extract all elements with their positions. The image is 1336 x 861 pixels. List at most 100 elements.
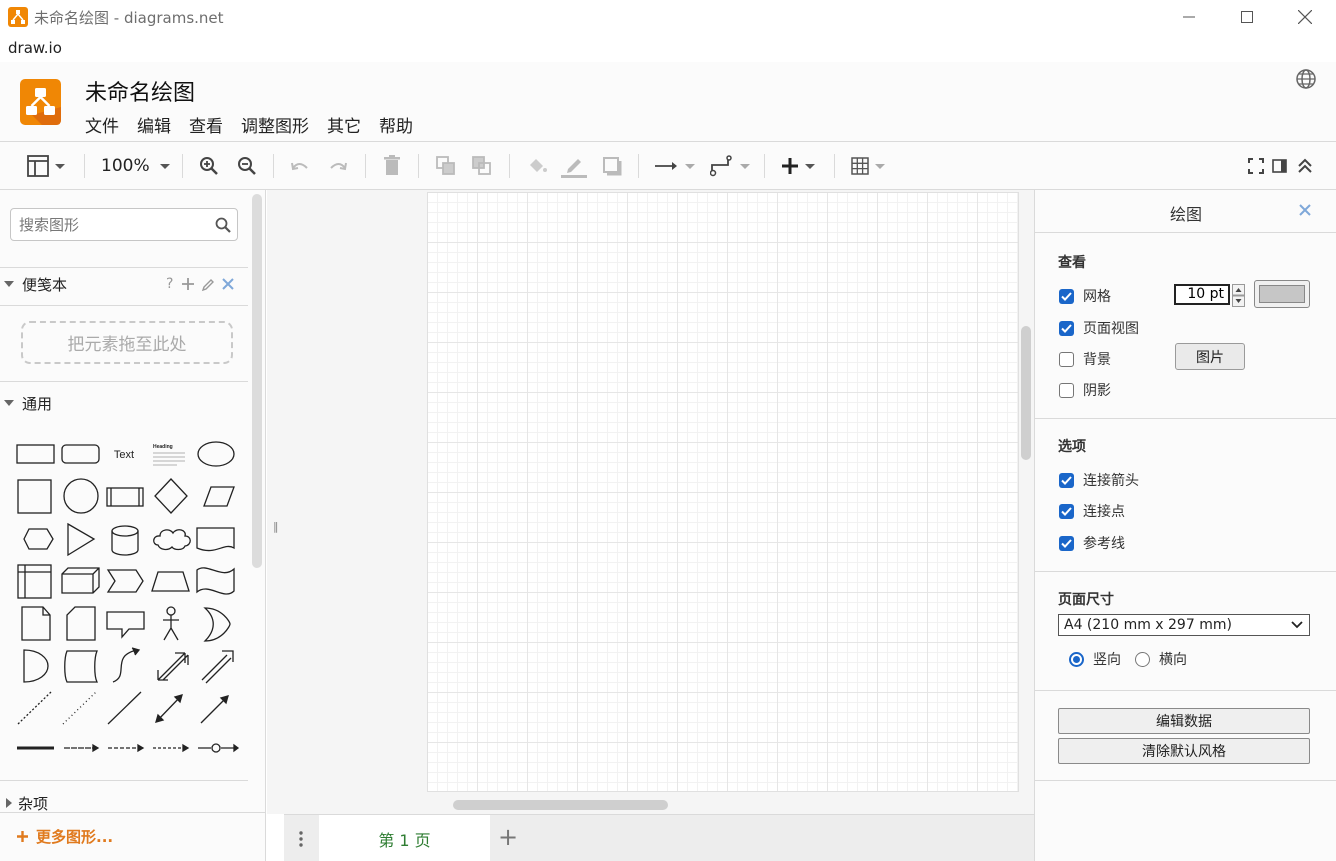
shape-association[interactable]	[198, 743, 240, 753]
more-vertical-icon[interactable]	[294, 829, 308, 849]
shape-dashed-arrow[interactable]	[108, 743, 145, 753]
delete-button[interactable]	[383, 154, 401, 178]
shape-note[interactable]	[21, 606, 51, 641]
shape-document[interactable]	[196, 527, 235, 552]
app-menu-drawio[interactable]: draw.io	[8, 39, 62, 57]
landscape-radio[interactable]: 横向	[1135, 649, 1187, 669]
background-checkbox[interactable]: 背景	[1059, 349, 1111, 369]
menu-extras[interactable]: 其它	[327, 112, 361, 137]
shape-cube[interactable]	[61, 567, 100, 594]
shape-tape[interactable]	[196, 567, 235, 595]
shape-actor[interactable]	[163, 606, 179, 641]
undo-button[interactable]	[290, 154, 310, 178]
shape-trapezoid[interactable]	[151, 571, 190, 592]
search-shapes-input[interactable]	[19, 215, 209, 235]
grid-size-stepper[interactable]	[1232, 284, 1245, 307]
menu-help[interactable]: 帮助	[379, 112, 413, 137]
maximize-button[interactable]	[1218, 0, 1276, 34]
shape-text[interactable]: Text	[114, 449, 134, 461]
menu-edit[interactable]: 编辑	[137, 112, 171, 137]
shape-square[interactable]	[17, 479, 52, 514]
add-page-button[interactable]: +	[498, 823, 518, 851]
waypoints-button[interactable]	[710, 154, 750, 178]
view-panels-button[interactable]	[27, 154, 65, 178]
shape-heading-text[interactable]: Heading	[153, 444, 185, 466]
shape-bidirectional-arrow[interactable]	[157, 652, 189, 681]
drawing-page-grid[interactable]	[427, 192, 1019, 792]
connection-points-checkbox[interactable]: 连接点	[1059, 501, 1125, 521]
shape-callout[interactable]	[106, 611, 145, 639]
sidebar-splitter-handle[interactable]: ‖	[273, 520, 279, 533]
shape-hexagon[interactable]	[23, 528, 54, 550]
minimize-button[interactable]	[1160, 0, 1218, 34]
shape-card[interactable]	[66, 606, 96, 641]
shape-curve[interactable]	[112, 647, 141, 683]
misc-section-header[interactable]: 杂项	[0, 787, 248, 819]
more-shapes-button[interactable]: 更多图形...	[16, 826, 113, 847]
page-size-select[interactable]: A4 (210 mm x 297 mm)	[1058, 614, 1310, 636]
shape-process[interactable]	[106, 487, 144, 507]
menu-arrange[interactable]: 调整图形	[241, 112, 309, 137]
shape-rounded-rectangle[interactable]	[61, 444, 100, 464]
shape-delay[interactable]	[23, 649, 49, 683]
connection-style-button[interactable]	[655, 154, 695, 178]
scratchpad-dropzone[interactable]: 把元素拖至此处	[21, 321, 233, 364]
grid-size-input[interactable]: 10 pt	[1174, 284, 1230, 305]
fill-color-button[interactable]	[526, 154, 548, 178]
line-color-button[interactable]	[561, 154, 587, 178]
scratchpad-help-icon[interactable]: ?	[166, 276, 173, 292]
canvas-vertical-scrollbar[interactable]	[1021, 326, 1031, 460]
shape-bidirectional-connector[interactable]	[155, 694, 183, 723]
edit-pencil-icon[interactable]	[201, 277, 216, 292]
sidebar-scrollbar[interactable]	[252, 194, 262, 568]
shape-diamond[interactable]	[154, 478, 188, 514]
canvas-horizontal-scrollbar[interactable]	[453, 800, 668, 810]
shape-line[interactable]	[107, 691, 142, 725]
shape-internal-storage[interactable]	[17, 564, 52, 599]
shape-cylinder[interactable]	[111, 525, 139, 556]
close-icon[interactable]	[1299, 204, 1311, 216]
close-window-button[interactable]	[1276, 0, 1334, 34]
shape-dotted-arrow[interactable]	[153, 743, 190, 753]
connection-arrows-checkbox[interactable]: 连接箭头	[1059, 470, 1139, 490]
edit-data-button[interactable]: 编辑数据	[1058, 708, 1310, 734]
shape-step[interactable]	[106, 569, 144, 593]
shape-data-storage[interactable]	[64, 650, 99, 683]
close-icon[interactable]	[222, 278, 234, 290]
format-panel-toggle[interactable]	[1272, 154, 1288, 178]
language-globe-icon[interactable]	[1295, 68, 1317, 90]
guides-checkbox[interactable]: 参考线	[1059, 533, 1125, 553]
page-view-checkbox[interactable]: 页面视图	[1059, 318, 1139, 338]
table-button[interactable]	[851, 154, 885, 178]
grid-color-picker[interactable]	[1254, 280, 1310, 308]
shape-ellipse[interactable]	[197, 441, 235, 467]
shape-circle[interactable]	[63, 478, 99, 514]
shadow-button[interactable]	[602, 154, 624, 178]
shape-rectangle[interactable]	[16, 444, 55, 464]
shape-triangle[interactable]	[67, 522, 96, 557]
scratchpad-header[interactable]: 便笺本 ?	[0, 268, 248, 300]
shape-cloud[interactable]	[153, 529, 191, 551]
shape-dashed-line[interactable]	[17, 691, 52, 725]
to-back-button[interactable]	[472, 154, 492, 178]
tab-page-1[interactable]: 第 1 页	[319, 815, 490, 861]
insert-button[interactable]	[781, 154, 815, 178]
general-section-header[interactable]: 通用	[0, 387, 248, 419]
shape-dotted-line[interactable]	[62, 691, 97, 725]
document-title[interactable]: 未命名绘图	[85, 75, 195, 107]
shadow-checkbox[interactable]: 阴影	[1059, 380, 1111, 400]
zoom-in-button[interactable]	[199, 154, 219, 178]
zoom-out-button[interactable]	[237, 154, 257, 178]
shape-directional-connector[interactable]	[200, 695, 229, 724]
clear-default-style-button[interactable]: 清除默认风格	[1058, 738, 1310, 764]
menu-file[interactable]: 文件	[85, 112, 119, 137]
portrait-radio[interactable]: 竖向	[1069, 649, 1121, 669]
collapse-toolbar-button[interactable]	[1297, 154, 1313, 178]
shape-connector-arrow[interactable]	[64, 743, 100, 753]
zoom-dropdown[interactable]: 100%	[101, 154, 170, 178]
shape-parallelogram[interactable]	[203, 486, 235, 507]
shape-arrow[interactable]	[201, 650, 234, 684]
shape-or[interactable]	[203, 607, 231, 642]
redo-button[interactable]	[328, 154, 348, 178]
background-image-button[interactable]: 图片	[1175, 343, 1245, 370]
